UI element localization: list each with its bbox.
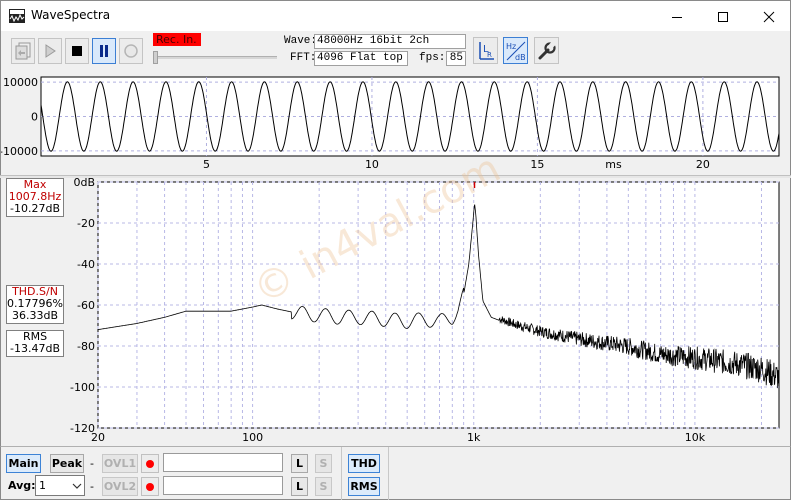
- waveform-y-tick-label: 0: [31, 111, 38, 124]
- import-wave-button[interactable]: [11, 38, 35, 64]
- svg-text:dB: dB: [515, 53, 526, 62]
- close-icon: [763, 11, 775, 22]
- rms-value: -13.47dB: [10, 342, 60, 355]
- channel-lr-button[interactable]: L R: [473, 37, 498, 64]
- svg-text:R: R: [487, 51, 492, 59]
- dash-separator: -: [90, 480, 94, 493]
- ovl1-name-field[interactable]: [163, 453, 283, 472]
- hz-db-scale-button[interactable]: Hz dB: [503, 37, 528, 64]
- rms-button[interactable]: RMS: [348, 477, 380, 496]
- rec-input-indicator: Rec. In.: [153, 33, 201, 46]
- waveform-x-tick-label: 20: [696, 158, 710, 171]
- play-button[interactable]: [38, 38, 62, 64]
- spectrum-x-tick-label: 100: [242, 431, 263, 444]
- waveform-x-tick-label: 15: [530, 158, 544, 171]
- stop-icon: [72, 46, 82, 56]
- ovl1-record-button[interactable]: [141, 454, 159, 473]
- peak-button[interactable]: Peak: [50, 454, 84, 473]
- pause-button[interactable]: [92, 38, 116, 64]
- ovl2-button[interactable]: OVL2: [102, 477, 138, 496]
- fps-readout: 85: [446, 51, 466, 66]
- spectrum-y-tick-label: 0dB: [73, 178, 95, 189]
- waveform-x-tick-label: 10: [365, 158, 379, 171]
- record-button[interactable]: [119, 38, 143, 64]
- window-title: WaveSpectra: [31, 8, 111, 22]
- title-bar[interactable]: WaveSpectra: [0, 0, 791, 31]
- import-icon: [15, 42, 31, 60]
- ovl2-l-button[interactable]: L: [291, 477, 308, 496]
- spectrum-y-tick-label: -100: [70, 381, 95, 394]
- bottom-controls: Main Peak - OVL1 L S Avg: 1 - OVL2 L S T…: [0, 446, 791, 500]
- ovl1-button[interactable]: OVL1: [102, 454, 138, 473]
- spectrum-x-tick-label: 10k: [685, 431, 706, 444]
- maximize-button[interactable]: [700, 1, 746, 32]
- input-level-slider[interactable]: [153, 49, 277, 64]
- pause-icon: [100, 45, 108, 57]
- play-icon: [45, 44, 56, 58]
- hz-db-scale-icon: Hz dB: [506, 41, 526, 62]
- wavespectra-app-icon: [9, 9, 25, 23]
- waveform-x-tick-label: 5: [203, 158, 210, 171]
- record-dot-icon: [146, 482, 154, 491]
- spectrum-y-tick-label: -60: [77, 299, 95, 312]
- minimize-button[interactable]: [654, 1, 700, 32]
- spectrum-panel: 20 100 1k 10k 0dB -20 -40 -60 -80 -100 -120 Max 10…: [0, 145, 791, 446]
- max-level: -10.27dB: [10, 202, 60, 215]
- record-icon: [124, 44, 138, 58]
- waveform-panel: 5 10 15 20 10000 0 -10000 ms: [0, 71, 791, 175]
- ovl2-name-field[interactable]: [163, 476, 283, 495]
- record-dot-icon: [146, 459, 154, 468]
- thd-button[interactable]: THD: [348, 454, 380, 473]
- slider-thumb[interactable]: [153, 51, 158, 64]
- thd-sn-box: THD.S/N 0.17796% 36.33dB: [6, 285, 64, 324]
- spectrum-y-tick-label: -120: [70, 422, 95, 435]
- wave-format-readout: 48000Hz 16bit 2ch: [314, 34, 466, 49]
- waveform-chart[interactable]: 5 10 15 20 10000 0 -10000 ms: [1, 71, 790, 175]
- main-button[interactable]: Main: [6, 454, 41, 473]
- fps-label: fps:: [419, 52, 446, 64]
- max-peak-box: Max 1007.8Hz -10.27dB: [6, 178, 64, 217]
- toolbar: Rec. In. Wave: 48000Hz 16bit 2ch FFT: 40…: [0, 31, 791, 71]
- rms-box: RMS -13.47dB: [6, 330, 64, 357]
- separator: [341, 447, 342, 500]
- avg-label: Avg:: [8, 479, 36, 492]
- ovl1-s-button[interactable]: S: [315, 454, 332, 473]
- minimize-icon: [672, 16, 682, 18]
- maximize-icon: [718, 11, 728, 22]
- waveform-y-tick-label: -10000: [1, 145, 38, 158]
- separator: [388, 447, 389, 500]
- waveform-x-unit: ms: [605, 158, 622, 171]
- spectrum-y-tick-label: -40: [77, 258, 95, 271]
- fft-label: FFT:: [290, 52, 317, 64]
- settings-button[interactable]: [534, 37, 559, 64]
- spectrum-y-tick-label: -80: [77, 340, 95, 353]
- avg-value: 1: [39, 479, 46, 492]
- ovl1-l-button[interactable]: L: [291, 454, 308, 473]
- svg-text:Hz: Hz: [506, 42, 516, 51]
- sn-value: 36.33dB: [11, 309, 59, 322]
- spectrum-x-tick-label: 1k: [467, 431, 481, 444]
- lr-channel-icon: L R: [478, 41, 494, 60]
- wave-label: Wave:: [284, 35, 318, 47]
- ovl2-record-button[interactable]: [141, 477, 159, 496]
- chevron-down-icon: [72, 483, 82, 489]
- stop-button[interactable]: [65, 38, 89, 64]
- avg-select[interactable]: 1: [35, 475, 85, 496]
- spectrum-y-tick-label: -20: [77, 217, 95, 230]
- waveform-y-tick-label: 10000: [3, 76, 38, 89]
- ovl2-s-button[interactable]: S: [315, 477, 332, 496]
- dash-separator: -: [90, 457, 94, 470]
- fft-setting-readout: 4096 Flat top: [314, 51, 408, 66]
- wrench-icon: [538, 40, 556, 59]
- close-button[interactable]: [746, 1, 791, 32]
